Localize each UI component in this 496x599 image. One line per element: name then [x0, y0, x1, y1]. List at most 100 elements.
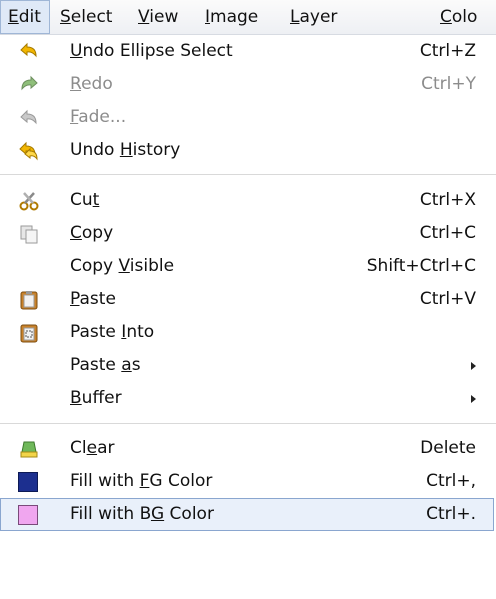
menubar-edit-post: dit [18, 7, 41, 27]
fill-fg-label-mnemonic: F [139, 471, 150, 491]
menu-item-copy[interactable]: Copy Ctrl+C [0, 217, 494, 250]
menubar-image[interactable]: Image [205, 0, 258, 34]
menu-item-clear-label: Clear [70, 432, 114, 465]
menubar-view-post: iew [149, 7, 179, 27]
undo-label-post: ndo Ellipse Select [82, 41, 233, 61]
paste-into-label-pre: Paste [70, 322, 122, 342]
menu-item-paste-into[interactable]: Paste Into [0, 316, 494, 349]
menubar-edit[interactable]: Edit [0, 0, 50, 34]
eraser-icon [18, 438, 40, 460]
menu-item-fill-fg-label: Fill with FG Color [70, 465, 212, 498]
menu-item-copy-visible[interactable]: Copy Visible Shift+Ctrl+C [0, 250, 494, 283]
fill-bg-label-post: Color [164, 504, 214, 524]
menu-item-buffer-label: Buffer [70, 382, 122, 415]
menubar: Edit Select View Image Layer Colo [0, 0, 496, 35]
menu-item-cut[interactable]: Cut Ctrl+X [0, 184, 494, 217]
menu-item-clear[interactable]: Clear Delete [0, 432, 494, 465]
menu-item-undo-history[interactable]: Undo History [0, 134, 494, 167]
undo-history-label-post: istory [132, 140, 181, 160]
menubar-image-post: mage [210, 7, 259, 27]
menu-item-copy-shortcut: Ctrl+C [419, 223, 476, 243]
menu-item-fill-bg[interactable]: Fill with BG Color Ctrl+. [0, 498, 494, 531]
menubar-layer-post: ayer [299, 7, 338, 27]
menubar-colors-mnemonic: C [440, 7, 452, 27]
menu-item-copy-visible-shortcut: Shift+Ctrl+C [366, 256, 476, 276]
menubar-select-post: elect [70, 7, 113, 27]
copy-visible-label-pre: Copy [70, 256, 119, 276]
copy-label-post: opy [81, 223, 114, 243]
menubar-layer[interactable]: Layer [290, 0, 337, 34]
fill-bg-label-pre: Fill with B [70, 504, 151, 524]
clear-label-post: ar [97, 438, 115, 458]
paste-into-label-post: nto [126, 322, 155, 342]
separator [0, 423, 496, 424]
paste-into-icon [18, 322, 40, 344]
paste-as-label-mnemonic: a [121, 355, 132, 375]
fade-label-mnemonic: F [70, 107, 79, 127]
menu-item-undo-history-label: Undo History [70, 134, 180, 167]
submenu-arrow-icon [471, 362, 476, 370]
paste-icon [18, 289, 40, 311]
menu-item-redo-shortcut: Ctrl+Y [421, 74, 476, 94]
menu-item-paste[interactable]: Paste Ctrl+V [0, 283, 494, 316]
copy-visible-label-mnemonic: V [118, 256, 130, 276]
paste-as-label-post: s [131, 355, 141, 375]
menubar-view[interactable]: View [138, 0, 178, 34]
menu-item-paste-shortcut: Ctrl+V [419, 289, 476, 309]
menu-item-undo-label: Undo Ellipse Select [70, 35, 233, 68]
menubar-colors-post: olo [451, 7, 478, 27]
undo-history-label-mnemonic: H [119, 140, 133, 160]
paste-label-post: aste [79, 289, 116, 309]
menu-item-paste-as-label: Paste as [70, 349, 141, 382]
menu-item-redo[interactable]: Redo Ctrl+Y [0, 68, 494, 101]
fade-icon [18, 107, 40, 129]
fill-bg-label-mnemonic: G [150, 504, 165, 524]
buffer-label-mnemonic: B [70, 388, 82, 408]
menubar-select[interactable]: Select [60, 0, 112, 34]
bg-color-swatch-icon [18, 505, 38, 525]
menu-item-cut-label: Cut [70, 184, 99, 217]
copy-label-mnemonic: C [70, 223, 82, 243]
paste-label-mnemonic: P [70, 289, 80, 309]
menu-item-fade-label: Fade... [70, 101, 126, 134]
clear-label-mnemonic: e [86, 438, 98, 458]
menu-item-undo[interactable]: Undo Ellipse Select Ctrl+Z [0, 35, 494, 68]
fill-fg-label-post: G Color [149, 471, 213, 491]
menu-item-fill-bg-label: Fill with BG Color [70, 498, 214, 531]
menu-item-undo-shortcut: Ctrl+Z [419, 41, 476, 61]
separator [0, 174, 496, 175]
menubar-view-mnemonic: V [138, 7, 150, 27]
copy-visible-label-post: isible [129, 256, 175, 276]
edit-menu: Undo Ellipse Select Ctrl+Z Redo Ctrl+Y F… [0, 35, 496, 599]
cut-label-mnemonic: t [92, 190, 100, 210]
menu-item-paste-into-label: Paste Into [70, 316, 154, 349]
menu-item-fill-bg-shortcut: Ctrl+. [426, 504, 476, 524]
buffer-label-post: uffer [81, 388, 122, 408]
menu-item-copy-label: Copy [70, 217, 113, 250]
undo-history-icon [18, 140, 40, 162]
menu-item-fill-fg-shortcut: Ctrl+, [426, 471, 476, 491]
menu-item-redo-label: Redo [70, 68, 113, 101]
menu-item-copy-visible-label: Copy Visible [70, 250, 174, 283]
menu-item-fade[interactable]: Fade... [0, 101, 494, 134]
menu-item-clear-shortcut: Delete [420, 438, 476, 458]
fill-fg-label-pre: Fill with [70, 471, 140, 491]
cut-label-pre: Cu [70, 190, 93, 210]
menubar-edit-mnemonic: E [8, 7, 19, 27]
fg-color-swatch-icon [18, 472, 38, 492]
menu-item-paste-label: Paste [70, 283, 116, 316]
menubar-colors[interactable]: Colo [440, 0, 477, 34]
scissors-icon [18, 190, 40, 212]
undo-history-label-pre: Undo [70, 140, 120, 160]
menubar-select-mnemonic: S [60, 7, 71, 27]
menu-item-buffer[interactable]: Buffer [0, 382, 494, 415]
submenu-arrow-icon [471, 395, 476, 403]
menu-item-cut-shortcut: Ctrl+X [419, 190, 476, 210]
fade-label-post: ade... [78, 107, 127, 127]
clear-label-pre: Cl [70, 438, 87, 458]
menu-item-fill-fg[interactable]: Fill with FG Color Ctrl+, [0, 465, 494, 498]
redo-label-mnemonic: R [70, 74, 82, 94]
copy-icon [18, 223, 40, 245]
menu-item-paste-as[interactable]: Paste as [0, 349, 494, 382]
undo-label-mnemonic: U [70, 41, 83, 61]
